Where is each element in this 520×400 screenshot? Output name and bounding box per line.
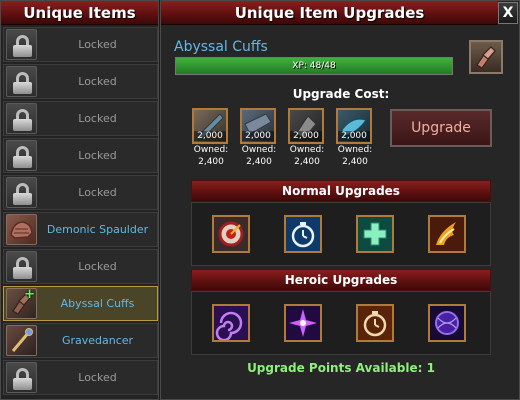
item-label: Locked — [78, 371, 117, 384]
item-row-2[interactable]: Locked — [3, 64, 158, 99]
stopwatch-icon[interactable] — [284, 215, 322, 253]
cost-item-2: 2,000 Owned: 2,400 — [240, 108, 278, 168]
item-label: Locked — [78, 112, 117, 125]
xp-text: XP: 48/48 — [292, 61, 336, 71]
item-label: Gravedancer — [61, 334, 134, 347]
upgrade-points-available: Upgrade Points Available: 1 — [247, 361, 435, 375]
cost-item-4: 2,000 Owned: 2,400 — [336, 108, 374, 168]
item-row-7[interactable]: Locked — [3, 249, 158, 284]
cross-icon[interactable] — [356, 215, 394, 253]
cost-owned-label: Owned: — [289, 145, 325, 155]
item-row-5[interactable]: Locked — [3, 175, 158, 210]
material-4-icon: 2,000 — [336, 108, 372, 144]
gravedancer-icon — [6, 325, 37, 356]
unique-items-title: Unique Items — [1, 1, 158, 25]
item-row-abyssal-cuffs[interactable]: + Abyssal Cuffs — [3, 286, 158, 321]
lock-icon — [6, 140, 37, 171]
vortex-icon[interactable] — [212, 304, 250, 342]
cost-owned-value: 2,400 — [294, 157, 320, 167]
cost-item-1: 2,000 Owned: 2,400 — [192, 108, 230, 168]
cost-owned-value: 2,400 — [342, 157, 368, 167]
cost-owned-label: Owned: — [193, 145, 229, 155]
cost-item-3: 2,000 Owned: 2,400 — [288, 108, 326, 168]
normal-upgrades-box — [191, 202, 491, 266]
cost-owned-value: 2,400 — [198, 157, 224, 167]
xp-bar: XP: 48/48 — [175, 57, 453, 75]
item-row-demonic-spaulder[interactable]: Demonic Spaulder — [3, 212, 158, 247]
item-label: Locked — [78, 75, 117, 88]
heroic-upgrades-box — [191, 291, 491, 355]
cost-count: 2,000 — [338, 131, 370, 141]
material-3-icon: 2,000 — [288, 108, 324, 144]
timer-icon[interactable] — [356, 304, 394, 342]
unique-item-upgrades-panel: Unique Item Upgrades X Abyssal Cuffs XP:… — [160, 0, 520, 400]
lock-icon — [6, 362, 37, 393]
close-button[interactable]: X — [498, 2, 518, 24]
selected-item-name: Abyssal Cuffs — [174, 39, 268, 55]
item-label: Demonic Spaulder — [46, 223, 149, 236]
lock-icon — [6, 29, 37, 60]
normal-upgrades-header: Normal Upgrades — [191, 180, 491, 202]
lock-icon — [6, 66, 37, 97]
cost-count: 2,000 — [242, 131, 274, 141]
upgrade-cost-label: Upgrade Cost: — [292, 87, 390, 101]
plus-badge-icon: + — [24, 287, 35, 302]
lock-icon — [6, 103, 37, 134]
item-label: Locked — [78, 38, 117, 51]
item-row-4[interactable]: Locked — [3, 138, 158, 173]
heroic-upgrades-header: Heroic Upgrades — [191, 269, 491, 291]
item-label: Locked — [78, 149, 117, 162]
flame-claw-icon[interactable] — [428, 215, 466, 253]
item-row-gravedancer[interactable]: Gravedancer — [3, 323, 158, 358]
cost-owned-label: Owned: — [241, 145, 277, 155]
cost-count: 2,000 — [290, 131, 322, 141]
item-label: Locked — [78, 260, 117, 273]
cost-owned-value: 2,400 — [246, 157, 272, 167]
item-label: Locked — [78, 186, 117, 199]
upgrade-button[interactable]: Upgrade — [390, 109, 492, 147]
target-icon[interactable] — [212, 215, 250, 253]
upgrades-title: Unique Item Upgrades — [161, 1, 498, 25]
spaulder-icon — [6, 214, 37, 245]
starburst-icon[interactable] — [284, 304, 322, 342]
material-2-icon: 2,000 — [240, 108, 276, 144]
cuffs-icon: + — [6, 287, 37, 319]
cost-owned-label: Owned: — [337, 145, 373, 155]
unique-items-panel: Unique Items Locked Locked Locked Locked… — [0, 0, 159, 400]
lock-icon — [6, 251, 37, 282]
item-row-1[interactable]: Locked — [3, 27, 158, 62]
sphere-icon[interactable] — [428, 304, 466, 342]
material-1-icon: 2,000 — [192, 108, 228, 144]
cuffs-icon — [469, 40, 503, 74]
item-label: Abyssal Cuffs — [60, 297, 135, 310]
lock-icon — [6, 177, 37, 208]
item-row-3[interactable]: Locked — [3, 101, 158, 136]
item-row-10[interactable]: Locked — [3, 360, 158, 395]
cost-count: 2,000 — [194, 131, 226, 141]
